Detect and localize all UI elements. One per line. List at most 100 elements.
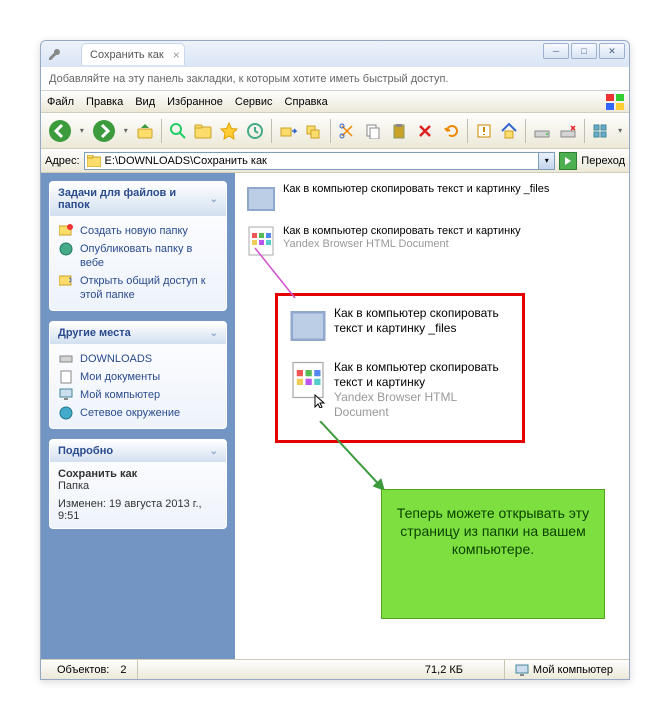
views-button[interactable]: [589, 119, 613, 143]
menu-favorites[interactable]: Избранное: [167, 96, 223, 108]
task-label: Открыть общий доступ к этой папке: [80, 274, 218, 302]
details-name: Сохранить как: [58, 468, 218, 480]
highlighted-file-html: Как в компьютер скопировать текст и карт…: [286, 358, 514, 422]
tab-title: Сохранить как: [90, 49, 164, 61]
bookmark-bar: Добавляйте на эту панель закладки, к кот…: [41, 67, 629, 91]
address-input[interactable]: [84, 152, 540, 170]
back-dropdown[interactable]: ▾: [77, 119, 87, 143]
file-name: Как в компьютер скопировать текст и карт…: [283, 225, 521, 238]
favorites-button[interactable]: [217, 119, 241, 143]
copy-button[interactable]: [361, 119, 385, 143]
minimize-button[interactable]: ─: [543, 43, 569, 59]
place-label: DOWNLOADS: [80, 352, 152, 366]
details-type: Папка: [58, 480, 218, 492]
status-location: Мой компьютер: [533, 664, 613, 676]
delete-button[interactable]: [413, 119, 437, 143]
details-panel: Подробно ⌄ Сохранить как Папка Изменен: …: [49, 439, 227, 529]
details-title: Подробно: [58, 445, 113, 457]
computer-icon: [58, 388, 74, 400]
disconnect-drive-button[interactable]: [556, 119, 580, 143]
html-doc-icon: [245, 225, 277, 257]
file-item-html[interactable]: Как в компьютер скопировать текст и карт…: [243, 223, 621, 259]
tasks-panel: Задачи для файлов и папок ⌄ Создать нову…: [49, 181, 227, 311]
file-list[interactable]: Как в компьютер скопировать текст и карт…: [235, 173, 629, 659]
file-type: Yandex Browser HTML Document: [283, 238, 521, 251]
home-button[interactable]: [497, 119, 521, 143]
folder-content-icon: [288, 306, 328, 346]
annotation-callout: Теперь можете открывать эту страницу из …: [381, 489, 605, 619]
task-new-folder[interactable]: Создать новую папку: [58, 222, 218, 240]
tasks-panel-header[interactable]: Задачи для файлов и папок ⌄: [50, 182, 226, 216]
file-name: Как в компьютер скопировать текст и карт…: [334, 360, 512, 390]
wrench-icon: [47, 47, 61, 61]
properties-button[interactable]: [472, 119, 496, 143]
task-publish[interactable]: Опубликовать папку в вебе: [58, 240, 218, 272]
menubar: Файл Правка Вид Избранное Сервис Справка: [41, 91, 629, 113]
folder-content-icon: [245, 183, 277, 215]
place-label: Сетевое окружение: [80, 406, 180, 420]
go-button[interactable]: [559, 152, 577, 170]
close-tab-icon[interactable]: ×: [173, 48, 180, 62]
cut-button[interactable]: [335, 119, 359, 143]
menu-view[interactable]: Вид: [135, 96, 155, 108]
close-window-button[interactable]: ✕: [599, 43, 625, 59]
details-modified-label: Изменен:: [58, 498, 106, 510]
browser-tab[interactable]: Сохранить как ×: [81, 43, 185, 65]
menu-edit[interactable]: Правка: [86, 96, 123, 108]
chevron-up-icon: ⌄: [210, 328, 218, 339]
task-label: Опубликовать папку в вебе: [80, 242, 218, 270]
go-label: Переход: [581, 155, 625, 167]
place-documents[interactable]: Мои документы: [58, 368, 218, 386]
tasks-title: Задачи для файлов и папок: [58, 187, 210, 211]
up-button[interactable]: [133, 119, 157, 143]
places-panel-header[interactable]: Другие места ⌄: [50, 322, 226, 344]
back-button[interactable]: [45, 116, 75, 146]
undo-button[interactable]: [439, 119, 463, 143]
file-name: Как в компьютер скопировать текст и карт…: [283, 183, 549, 196]
details-panel-header[interactable]: Подробно ⌄: [50, 440, 226, 462]
file-item-folder[interactable]: Как в компьютер скопировать текст и карт…: [243, 181, 621, 217]
task-share[interactable]: Открыть общий доступ к этой папке: [58, 272, 218, 304]
file-name: Как в компьютер скопировать текст и карт…: [334, 306, 512, 336]
share-icon: [58, 274, 74, 286]
places-title: Другие места: [58, 327, 131, 339]
menu-file[interactable]: Файл: [47, 96, 74, 108]
globe-icon: [58, 242, 74, 256]
bookmark-hint-text: Добавляйте на эту панель закладки, к кот…: [49, 73, 448, 85]
place-label: Мой компьютер: [80, 388, 160, 402]
task-pane: Задачи для файлов и папок ⌄ Создать нову…: [41, 173, 235, 659]
computer-icon: [515, 664, 529, 676]
place-computer[interactable]: Мой компьютер: [58, 386, 218, 404]
chevron-up-icon: ⌄: [210, 446, 218, 457]
move-to-button[interactable]: [276, 119, 300, 143]
menu-help[interactable]: Справка: [285, 96, 328, 108]
place-downloads[interactable]: DOWNLOADS: [58, 350, 218, 368]
folders-button[interactable]: [192, 119, 216, 143]
place-label: Мои документы: [80, 370, 160, 384]
places-panel: Другие места ⌄ DOWNLOADS Мои документы М…: [49, 321, 227, 429]
forward-button[interactable]: [89, 116, 119, 146]
titlebar: Сохранить как × ─ □ ✕: [41, 41, 629, 67]
paste-button[interactable]: [387, 119, 411, 143]
folder-icon: [87, 155, 101, 167]
map-drive-button[interactable]: [530, 119, 554, 143]
highlighted-file-folder: Как в компьютер скопировать текст и карт…: [286, 304, 514, 348]
new-folder-icon: [58, 224, 74, 236]
toolbar: ▾ ▾: [41, 113, 629, 149]
annotation-highlight-box: Как в компьютер скопировать текст и карт…: [275, 293, 525, 443]
cursor-icon: [314, 394, 328, 408]
history-button[interactable]: [243, 119, 267, 143]
forward-dropdown[interactable]: ▾: [121, 119, 131, 143]
menu-tools[interactable]: Сервис: [235, 96, 273, 108]
callout-text: Теперь можете открывать эту страницу из …: [397, 505, 589, 557]
search-button[interactable]: [166, 119, 190, 143]
views-dropdown[interactable]: ▾: [615, 119, 625, 143]
place-network[interactable]: Сетевое окружение: [58, 404, 218, 422]
chevron-up-icon: ⌄: [210, 194, 218, 205]
address-label: Адрес:: [45, 155, 80, 167]
network-icon: [58, 406, 74, 420]
status-objects-count: 2: [120, 664, 126, 676]
copy-to-button[interactable]: [302, 119, 326, 143]
address-dropdown[interactable]: ▾: [539, 152, 555, 170]
maximize-button[interactable]: □: [571, 43, 597, 59]
